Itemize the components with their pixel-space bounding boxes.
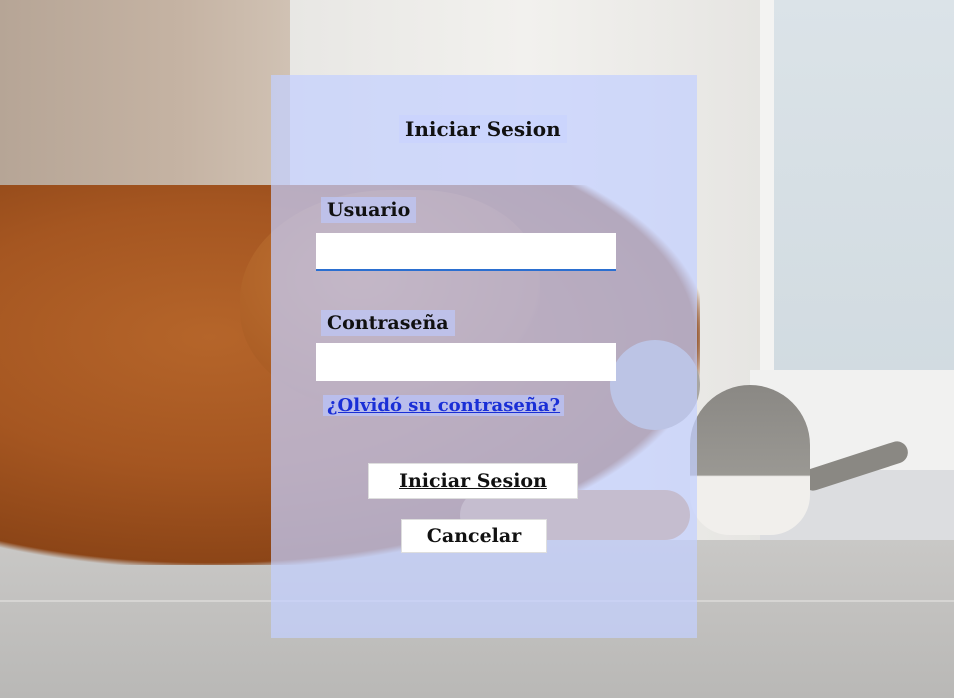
password-label: Contraseña: [321, 310, 455, 336]
forgot-password-link[interactable]: ¿Olvidó su contraseña?: [323, 395, 565, 416]
password-input[interactable]: [316, 343, 616, 381]
login-title: Iniciar Sesion: [399, 115, 567, 143]
background-cat-body: [690, 385, 810, 535]
username-label: Usuario: [321, 197, 417, 223]
login-panel: Iniciar Sesion Usuario Contraseña ¿Olvid…: [271, 75, 697, 638]
cancel-button[interactable]: Cancelar: [401, 519, 547, 553]
login-button[interactable]: Iniciar Sesion: [368, 463, 578, 499]
login-screen: Iniciar Sesion Usuario Contraseña ¿Olvid…: [0, 0, 954, 698]
username-input[interactable]: [316, 233, 616, 271]
